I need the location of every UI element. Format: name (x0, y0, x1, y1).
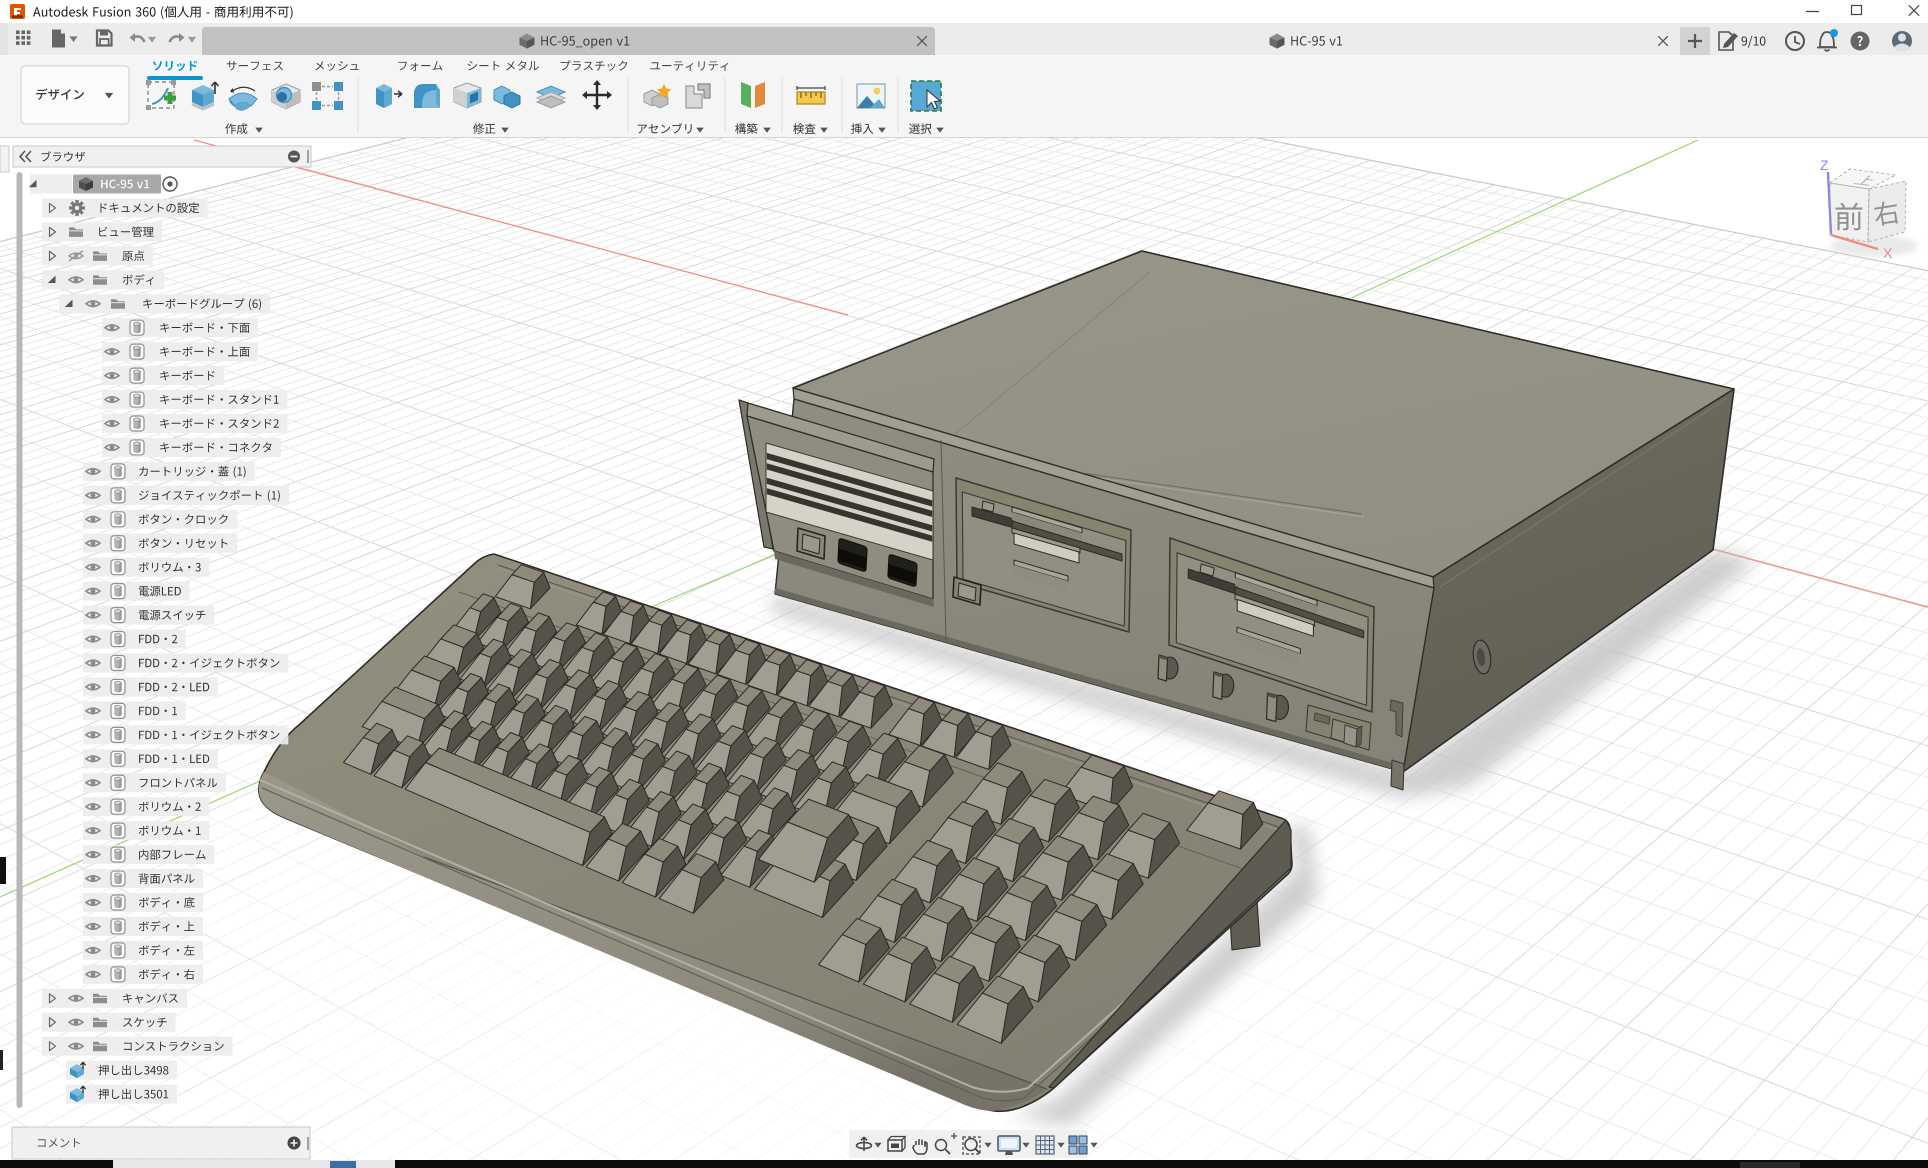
svg-text:X: X (1883, 245, 1893, 261)
svg-text:Z: Z (1820, 157, 1829, 173)
